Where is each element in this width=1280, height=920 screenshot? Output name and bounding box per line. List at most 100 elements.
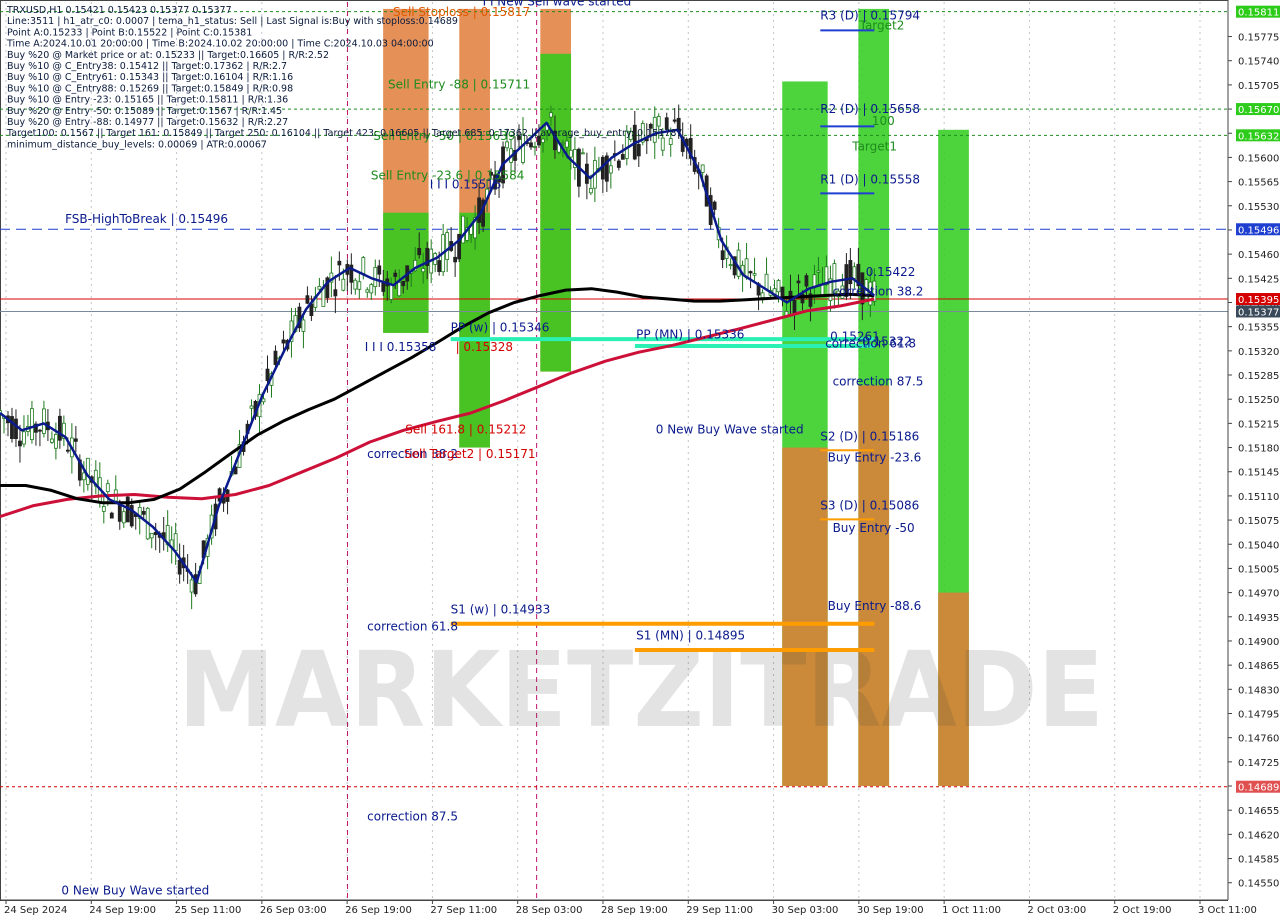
info-line: minimum_distance_buy_levels: 0.00069 | A… xyxy=(7,139,267,150)
chart-annotation: PP (w) | 0.15346 xyxy=(451,320,550,334)
price-tick-label: 0.15075 xyxy=(1238,516,1279,527)
candle-body xyxy=(265,368,270,381)
candle-body xyxy=(728,264,733,267)
price-tick-label: 0.15145 xyxy=(1238,468,1279,479)
candle-body xyxy=(804,275,809,287)
price-tick-label: 0.14830 xyxy=(1238,685,1279,696)
price-tick-label: 0.14900 xyxy=(1238,637,1279,648)
candle-body xyxy=(57,415,62,441)
candle-body xyxy=(42,408,46,434)
candle-body xyxy=(30,408,34,441)
candle-body xyxy=(361,257,366,274)
chart-annotation: R1 (D) | 0.15558 xyxy=(820,173,920,187)
chart-annotation: correction 87.5 xyxy=(367,810,458,824)
candle-body xyxy=(141,511,146,515)
info-header: TRXUSD,H1 0.15421 0.15423 0.15377 0.1537… xyxy=(6,5,682,150)
candle-body xyxy=(281,339,286,344)
candle-body xyxy=(38,429,42,432)
chart-annotation: Sell Target2 | 0.15171 xyxy=(404,447,536,461)
price-tick-label: 0.15705 xyxy=(1238,81,1279,92)
candle-body xyxy=(656,116,661,127)
candle-body xyxy=(85,457,90,485)
candle-body xyxy=(341,278,346,291)
candle-body xyxy=(417,247,422,256)
chart-canvas: MARKETZITRADE FSB-HighToBreak | 0.15496 S… xyxy=(0,0,1280,920)
chart-annotation: correction 87.5 xyxy=(833,374,924,388)
chart-annotation: Sell 161.8 | 0.15212 xyxy=(405,423,526,437)
chart-annotation: Sell Entry -88 | 0.15711 xyxy=(388,77,530,91)
price-tag-label: 0.15496 xyxy=(1238,225,1279,236)
candle-body xyxy=(660,137,665,151)
price-tick-label: 0.14970 xyxy=(1238,589,1279,600)
candle-body xyxy=(365,289,370,293)
price-tick-label: 0.14760 xyxy=(1238,734,1279,745)
info-line: Point A:0.15233 | Point B:0.15522 | Poin… xyxy=(7,27,252,38)
info-line: Buy %20 @ Entry -88: 0.14977 || Target:0… xyxy=(7,117,288,128)
price-tick-label: 0.15250 xyxy=(1238,395,1279,406)
info-line: Buy %10 @ C_Entry61: 0.15343 || Target:0… xyxy=(7,72,293,83)
candle-body xyxy=(792,299,797,315)
price-tick-label: 0.15460 xyxy=(1238,250,1279,261)
price-tick-label: 0.14550 xyxy=(1238,879,1279,890)
price-tick-label: 0.14795 xyxy=(1238,709,1279,720)
price-tick-label: 0.14935 xyxy=(1238,613,1279,624)
candle-body xyxy=(105,483,110,493)
candle-body xyxy=(117,504,122,522)
price-tick-label: 0.14655 xyxy=(1238,806,1279,817)
candle-body xyxy=(389,284,394,300)
time-tick-label: 2 Oct 03:00 xyxy=(1027,905,1086,916)
candle-body xyxy=(373,267,378,288)
trading-chart: MARKETZITRADE FSB-HighToBreak | 0.15496 S… xyxy=(0,0,1280,920)
price-tick-label: 0.15775 xyxy=(1238,33,1279,44)
candle-body xyxy=(764,273,769,290)
time-tick-label: 27 Sep 11:00 xyxy=(430,905,497,916)
time-tick-label: 24 Sep 2024 xyxy=(4,905,67,916)
time-tick-label: 28 Sep 19:00 xyxy=(601,905,668,916)
price-tag-label: 0.15377 xyxy=(1238,307,1279,318)
chart-annotation: Buy Entry -88.6 xyxy=(828,599,922,613)
candle-body xyxy=(796,280,801,284)
candle-body xyxy=(453,256,458,263)
candle-body xyxy=(189,579,194,593)
candle-body xyxy=(121,511,126,524)
candle-body xyxy=(541,138,545,143)
chart-annotation: 0 New Buy Wave started xyxy=(61,883,209,897)
price-tick-label: 0.15425 xyxy=(1238,274,1279,285)
price-tag-label: 0.15395 xyxy=(1238,295,1279,306)
info-line: TRXUSD,H1 0.15421 0.15423 0.15377 0.1537… xyxy=(6,5,232,16)
candle-body xyxy=(301,319,306,332)
candle-body xyxy=(533,146,537,148)
chart-annotation: S1 (MN) | 0.14895 xyxy=(636,629,745,643)
candle-body xyxy=(549,112,553,118)
candle-body xyxy=(173,533,178,551)
chart-annotation: Buy Entry -23.6 xyxy=(828,450,922,464)
time-tick-label: 25 Sep 11:00 xyxy=(175,905,242,916)
info-line: Buy %10 @ Entry -23: 0.15165 || Target:0… xyxy=(7,95,288,106)
info-line: Buy %20 @ Entry -50: 0.15089 || Target:0… xyxy=(7,106,282,117)
price-tick-label: 0.15320 xyxy=(1238,347,1279,358)
candle-body xyxy=(261,398,266,403)
chart-annotation: R2 (D) | 0.15658 xyxy=(820,102,920,116)
candle-body xyxy=(10,416,14,439)
chart-annotation: I I New Sell wave started xyxy=(483,0,632,8)
price-tick-label: 0.15285 xyxy=(1238,371,1279,382)
candle-body xyxy=(608,165,613,174)
candle-body xyxy=(780,286,785,297)
price-tick-label: 0.14725 xyxy=(1238,758,1279,769)
watermark-text: MARKETZITRADE xyxy=(178,629,1104,751)
chart-annotation: 0.15322 xyxy=(862,334,912,348)
candle-body xyxy=(700,164,705,173)
time-tick-label: 3 Oct 11:00 xyxy=(1198,905,1257,916)
time-tick-label: 2 Oct 19:00 xyxy=(1113,905,1172,916)
info-line: Time A:2024.10.01 20:00:00 | Time B:2024… xyxy=(6,39,434,50)
candle-body xyxy=(852,266,857,279)
candle-body xyxy=(848,260,853,285)
chart-annotation: I I I 0.15358 xyxy=(365,340,437,354)
candle-body xyxy=(393,272,398,277)
candle-body xyxy=(776,280,781,293)
candle-body xyxy=(317,285,322,290)
candle-body xyxy=(337,260,342,266)
chart-annotation: correction 38.2 xyxy=(833,285,924,299)
price-axis: 0.157750.157400.157050.156700.156350.156… xyxy=(1227,0,1280,920)
chart-annotation: 0.15422 xyxy=(866,265,916,279)
